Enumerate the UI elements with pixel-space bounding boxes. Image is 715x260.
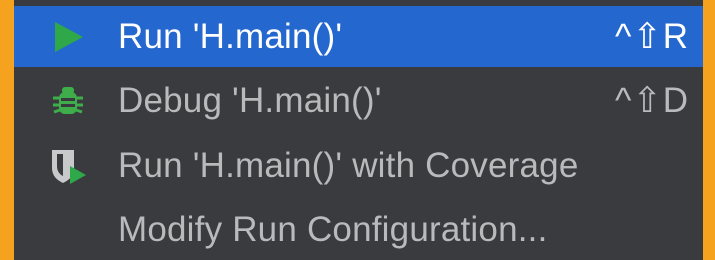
- menu-item-shortcut: ^⇧R: [614, 16, 689, 56]
- menu-item-modify-run-configuration[interactable]: Modify Run Configuration...: [14, 199, 703, 260]
- run-context-menu: Run 'H.main()' ^⇧R Debug 'H.main()' ^⇧D: [14, 0, 703, 260]
- debug-bug-icon: [48, 81, 88, 121]
- coverage-shield-icon: [48, 146, 88, 186]
- run-play-icon: [48, 17, 88, 57]
- menu-item-debug[interactable]: Debug 'H.main()' ^⇧D: [14, 70, 703, 131]
- menu-item-label: Modify Run Configuration...: [118, 209, 548, 249]
- menu-item-label: Run 'H.main()' with Coverage: [118, 145, 579, 185]
- menu-item-run[interactable]: Run 'H.main()' ^⇧R: [14, 6, 703, 67]
- menu-item-label: Debug 'H.main()': [118, 80, 382, 120]
- menu-item-shortcut: ^⇧D: [614, 80, 689, 120]
- menu-item-label: Run 'H.main()': [118, 16, 343, 56]
- menu-item-run-with-coverage[interactable]: Run 'H.main()' with Coverage: [14, 135, 703, 196]
